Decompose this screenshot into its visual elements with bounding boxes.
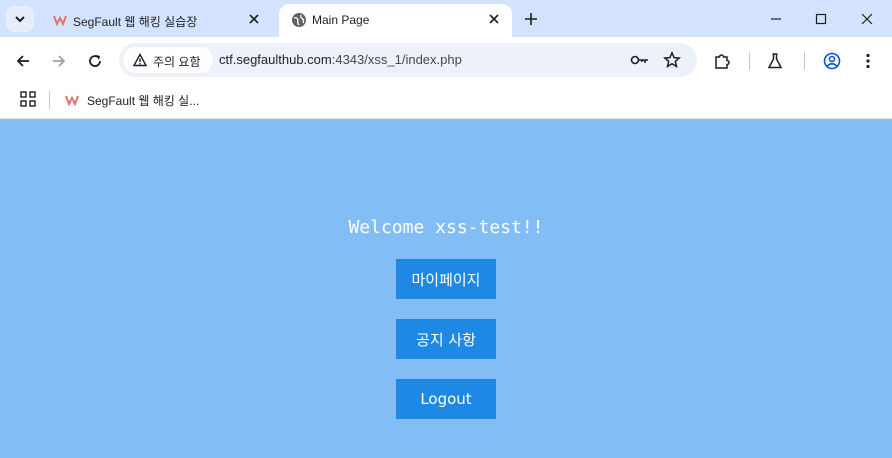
toolbar: 주의 요함 ctf.segfaulthub.com:4343/xss_1/ind… [0,37,892,84]
welcome-message: Welcome xss-test!! [348,217,544,238]
back-button[interactable] [12,50,34,72]
address-bar[interactable]: 주의 요함 ctf.segfaulthub.com:4343/xss_1/ind… [119,43,697,77]
tab-strip: SegFault 웹 해킹 실습장 Main Page [0,0,892,37]
profile-button[interactable] [821,50,843,72]
extensions-button[interactable] [711,50,733,72]
security-warning-chip[interactable]: 주의 요함 [123,47,213,73]
notice-button[interactable]: 공지 사항 [396,319,496,359]
url-text[interactable]: ctf.segfaulthub.com:4343/xss_1/index.php [219,52,462,67]
url-host: ctf.segfaulthub.com [219,52,332,67]
reload-icon [89,55,101,67]
warning-triangle-icon [133,53,147,67]
tab-search-button[interactable] [6,6,34,32]
close-icon[interactable] [486,11,502,27]
tab-title: SegFault 웹 해킹 실습장 [73,15,198,29]
arrow-left-icon [16,55,29,67]
labs-button[interactable] [764,50,786,72]
apps-grid-icon[interactable] [19,90,37,108]
bookmarks-bar: SegFault 웹 해킹 실... [0,84,892,119]
tab-title: Main Page [312,13,370,27]
star-icon[interactable] [663,51,681,69]
reload-button[interactable] [84,50,106,72]
logout-button[interactable]: Logout [396,379,496,419]
segfault-logo-icon [53,15,67,27]
toolbar-divider [804,52,805,70]
security-warning-label: 주의 요함 [153,55,201,69]
bookmarks-divider [49,91,50,109]
maximize-button[interactable] [810,8,832,30]
page-content: Welcome xss-test!! 마이페이지 공지 사항 Logout [0,119,892,458]
new-tab-icon[interactable] [521,9,541,29]
segfault-logo-icon [65,95,79,107]
url-path: :4343/xss_1/index.php [331,52,462,67]
arrow-right-icon [53,55,66,67]
menu-button[interactable] [857,50,879,72]
minimize-icon [771,18,781,20]
globe-icon [292,13,306,27]
forward-button[interactable] [48,50,70,72]
toolbar-divider [749,52,750,70]
minimize-button[interactable] [765,8,787,30]
bookmark-label: SegFault 웹 해킹 실... [87,94,200,108]
maximize-icon [815,13,827,25]
key-icon[interactable] [630,52,650,68]
flask-icon [767,53,783,69]
tab-main-page[interactable]: Main Page [279,4,512,37]
more-vert-icon [866,53,870,69]
close-icon [861,13,873,25]
puzzle-icon [715,54,730,69]
chevron-down-icon [15,16,25,23]
profile-icon [823,52,841,70]
window-close-button[interactable] [856,8,878,30]
tab-segfault[interactable]: SegFault 웹 해킹 실습장 [40,4,272,37]
close-icon[interactable] [246,11,262,27]
mypage-button[interactable]: 마이페이지 [396,259,496,299]
